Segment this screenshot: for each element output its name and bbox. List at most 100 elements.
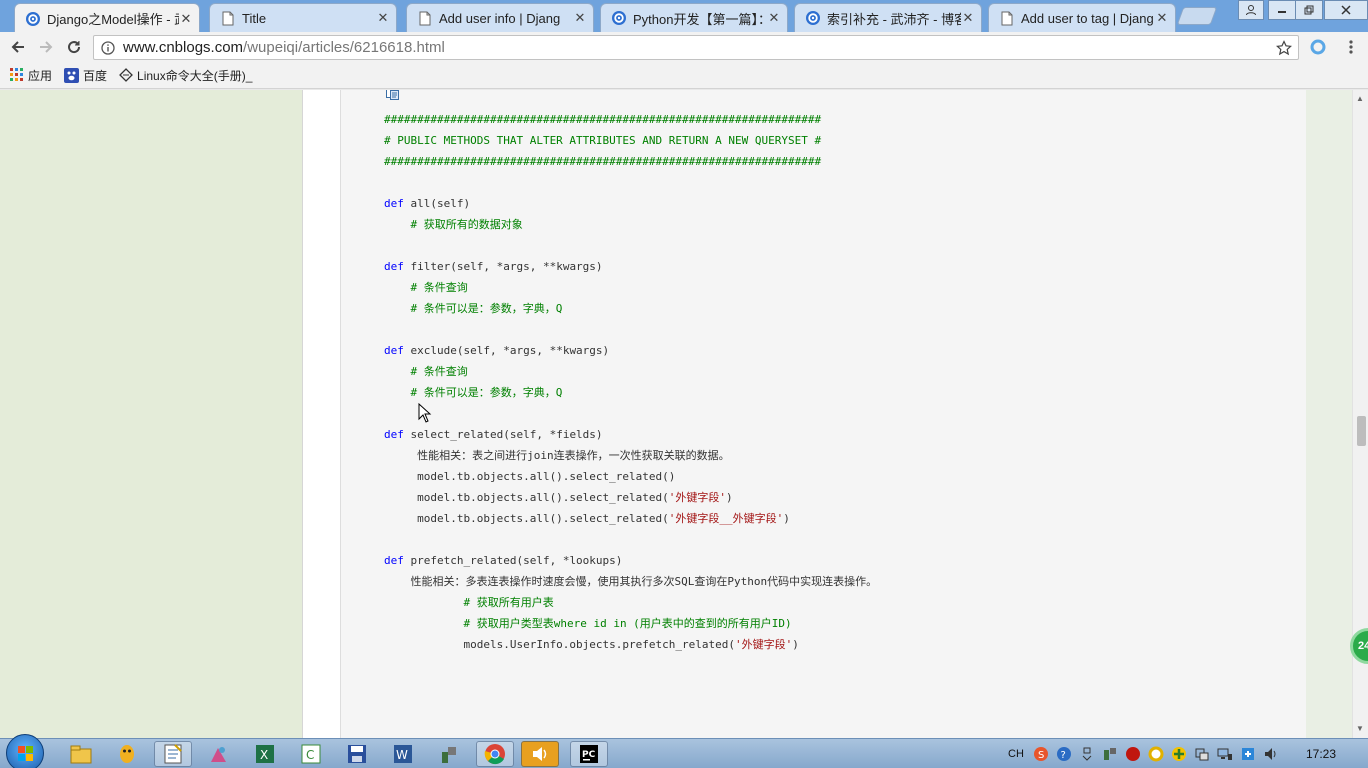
tab-title: Title — [242, 10, 267, 26]
tray-action-center-icon[interactable] — [1239, 745, 1257, 763]
code-line: def all(self) — [384, 193, 877, 214]
info-icon[interactable] — [101, 40, 115, 55]
browser-tab[interactable]: 索引补充 - 武沛齐 - 博客 ✕ — [794, 3, 982, 32]
code-line: # 获取所有的数据对象 — [384, 214, 877, 235]
explorer-icon[interactable] — [62, 741, 100, 767]
code-line: # PUBLIC METHODS THAT ALTER ATTRIBUTES A… — [384, 130, 877, 151]
system-tray: CH S ? — [1005, 739, 1285, 768]
user-icon — [1246, 5, 1256, 16]
bookmark-label: 应用 — [28, 68, 53, 83]
pictures-icon[interactable] — [200, 741, 238, 767]
new-tab-button[interactable] — [1176, 7, 1218, 25]
user-profile-button[interactable] — [1238, 0, 1264, 20]
tray-expand-icon[interactable] — [1078, 745, 1096, 763]
speaker-app-icon[interactable] — [521, 741, 559, 767]
chrome-menu-button[interactable] — [1340, 36, 1362, 58]
article-body: ########################################… — [303, 90, 1306, 738]
sogou-ime-icon[interactable]: S — [1032, 745, 1050, 763]
code-comment: # 条件可以是：参数，字典，Q — [384, 302, 563, 315]
reload-button[interactable] — [63, 36, 85, 58]
code-comment: ########################################… — [384, 155, 822, 168]
close-window-button[interactable] — [1324, 0, 1368, 20]
tray-devices-icon[interactable] — [1193, 745, 1211, 763]
page-icon — [999, 10, 1015, 26]
language-indicator[interactable]: CH — [1005, 745, 1027, 763]
browser-tab[interactable]: Add user info | Djang ✕ — [406, 3, 594, 32]
tab-close-icon[interactable]: ✕ — [961, 10, 975, 26]
bookmark-star-icon[interactable] — [1276, 40, 1292, 56]
scroll-down-arrow-icon[interactable]: ▼ — [1356, 724, 1364, 733]
code-line: model.tb.objects.all().select_related('外… — [384, 487, 877, 508]
windows-logo-icon — [18, 746, 33, 761]
forward-button[interactable] — [35, 36, 57, 58]
browser-tab[interactable]: Python开发【第一篇】： ✕ — [600, 3, 788, 32]
tab-close-icon[interactable]: ✕ — [179, 11, 193, 27]
notepad-icon[interactable] — [154, 741, 192, 767]
code-line: models.UserInfo.objects.prefetch_related… — [384, 634, 877, 655]
tools-icon[interactable] — [430, 741, 468, 767]
qq-icon[interactable] — [108, 741, 146, 767]
minimize-button[interactable] — [1268, 0, 1296, 20]
code-text-segment: select_related(self, *fields) — [403, 428, 603, 441]
tab-title: Django之Model操作 - 武 — [47, 12, 179, 27]
code-text-segment: 性能相关：多表连表操作时速度会慢，使用其执行多次SQL查询在Python代码中实… — [384, 575, 878, 588]
code-text-segment: filter(self, *args, **kwargs) — [403, 260, 603, 273]
tray-yellow-ring-icon[interactable] — [1147, 745, 1165, 763]
bookmark-linux[interactable]: Linux命令大全(手册)_ — [119, 67, 252, 84]
code-line: 性能相关：多表连表操作时速度会慢，使用其执行多次SQL查询在Python代码中实… — [384, 571, 877, 592]
tray-plus-icon[interactable] — [1170, 745, 1188, 763]
scrollbar-thumb[interactable] — [1357, 416, 1366, 446]
code-text-segment: model.tb.objects.all().select_related() — [384, 470, 676, 483]
browser-tab[interactable]: Add user to tag | Djang ✕ — [988, 3, 1176, 32]
tray-tool-icon[interactable] — [1101, 745, 1119, 763]
camtasia-icon[interactable]: C — [292, 741, 330, 767]
start-button[interactable] — [6, 734, 44, 768]
code-keyword: def — [384, 197, 404, 210]
tab-close-icon[interactable]: ✕ — [376, 10, 390, 26]
scroll-up-arrow-icon[interactable]: ▲ — [1356, 94, 1364, 103]
code-line: # 条件查询 — [384, 277, 877, 298]
cnblogs-icon — [25, 11, 41, 27]
code-text-segment: prefetch_related(self, *lookups) — [403, 554, 623, 567]
chrome-icon[interactable] — [476, 741, 514, 767]
back-button[interactable] — [7, 36, 29, 58]
minimize-icon — [1278, 11, 1286, 13]
code-string: '外键字段' — [668, 491, 727, 504]
code-comment: # 条件可以是：参数，字典，Q — [384, 386, 563, 399]
tab-close-icon[interactable]: ✕ — [573, 10, 587, 26]
svg-text:PC: PC — [582, 750, 596, 760]
excel-icon[interactable]: X — [246, 741, 284, 767]
help-icon[interactable]: ? — [1055, 745, 1073, 763]
code-comment: # 条件查询 — [384, 365, 468, 378]
browser-tab[interactable]: Django之Model操作 - 武 ✕ — [14, 3, 200, 33]
back-arrow-icon — [11, 41, 24, 53]
clock[interactable]: 17:23 — [1306, 747, 1336, 761]
forward-arrow-icon — [40, 41, 53, 53]
bookmark-baidu[interactable]: 百度 — [64, 67, 107, 84]
word-icon[interactable]: W — [384, 741, 422, 767]
bookmark-apps[interactable]: 应用 — [10, 67, 52, 84]
code-comment: # PUBLIC METHODS THAT ALTER ATTRIBUTES A… — [384, 134, 822, 147]
save-disk-icon[interactable] — [338, 741, 376, 767]
tab-close-icon[interactable]: ✕ — [1155, 10, 1169, 26]
address-bar[interactable]: www.cnblogs.com/wupeiqi/articles/6216618… — [93, 35, 1299, 60]
tray-network-icon[interactable] — [1216, 745, 1234, 763]
extension-button[interactable] — [1307, 36, 1329, 58]
copy-code-icon[interactable] — [386, 90, 400, 100]
pycharm-icon[interactable]: PC — [570, 741, 608, 767]
browser-tab[interactable]: Title ✕ — [209, 3, 397, 32]
tray-red-circle-icon[interactable] — [1124, 745, 1142, 763]
tab-strip: Django之Model操作 - 武 ✕ Title ✕ Add user info |… — [0, 0, 1368, 33]
restore-button[interactable] — [1295, 0, 1323, 20]
restore-icon — [1304, 5, 1314, 15]
code-text-segment: exclude(self, *args, **kwargs) — [403, 344, 610, 357]
tab-title: Add user info | Djang — [439, 10, 561, 26]
volume-icon[interactable] — [1262, 745, 1280, 763]
tab-close-icon[interactable]: ✕ — [767, 10, 781, 26]
code-line: ########################################… — [384, 109, 877, 130]
code-line: ########################################… — [384, 151, 877, 172]
